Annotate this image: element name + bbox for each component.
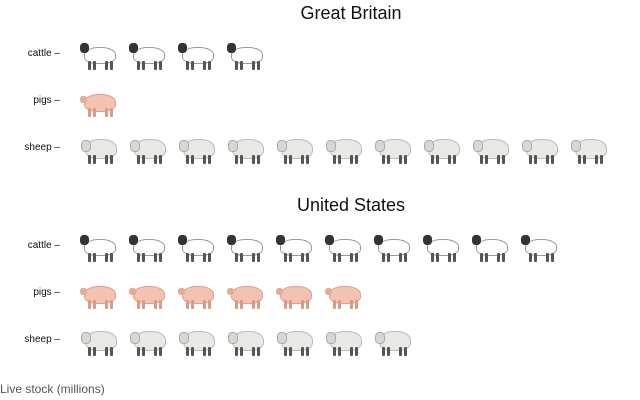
pigs-icon	[80, 277, 120, 309]
sheep-icon	[80, 132, 120, 164]
sheep-icon	[521, 132, 561, 164]
pigs-icon	[80, 85, 120, 117]
pigs-icon	[178, 277, 218, 309]
cattle-icon	[129, 230, 169, 262]
row-label-cattle: cattle –	[27, 48, 60, 59]
cattle-icon	[80, 230, 120, 262]
panel-title: United States	[296, 195, 406, 215]
row-label-cattle: cattle –	[27, 240, 60, 251]
sheep-icon	[129, 132, 169, 164]
cattle-icon	[325, 230, 365, 262]
sheep-icon	[227, 324, 267, 356]
sheep-icon	[472, 132, 512, 164]
pigs-icon	[325, 277, 365, 309]
cattle-icon	[80, 38, 120, 70]
chart-caption: Live stock (millions)	[0, 382, 105, 396]
sheep-icon	[178, 324, 218, 356]
cattle-icon	[276, 230, 316, 262]
sheep-icon	[325, 132, 365, 164]
sheep-icon	[374, 324, 414, 356]
cattle-icon	[472, 230, 512, 262]
pigs-icon	[227, 277, 267, 309]
row-label-sheep: sheep –	[24, 142, 60, 153]
cattle-icon	[423, 230, 463, 262]
sheep-icon	[178, 132, 218, 164]
pigs-icon	[276, 277, 316, 309]
row-label-pigs: pigs –	[33, 95, 60, 106]
row-label-sheep: sheep –	[24, 334, 60, 345]
cattle-icon	[178, 38, 218, 70]
sheep-icon	[129, 324, 169, 356]
row-label-pigs: pigs –	[33, 287, 60, 298]
sheep-icon	[325, 324, 365, 356]
cattle-icon	[374, 230, 414, 262]
sheep-icon	[276, 132, 316, 164]
cattle-icon	[129, 38, 169, 70]
pictogram-chart: Live stock (millions) Great Britain cattl…	[0, 0, 640, 400]
cattle-icon	[178, 230, 218, 262]
sheep-icon	[80, 324, 120, 356]
sheep-icon	[374, 132, 414, 164]
cattle-icon	[521, 230, 561, 262]
sheep-icon	[570, 132, 610, 164]
sheep-icon	[276, 324, 316, 356]
sheep-icon	[227, 132, 267, 164]
panel-title: Great Britain	[300, 3, 402, 23]
pigs-icon	[129, 277, 169, 309]
cattle-icon	[227, 38, 267, 70]
cattle-icon	[227, 230, 267, 262]
sheep-icon	[423, 132, 463, 164]
